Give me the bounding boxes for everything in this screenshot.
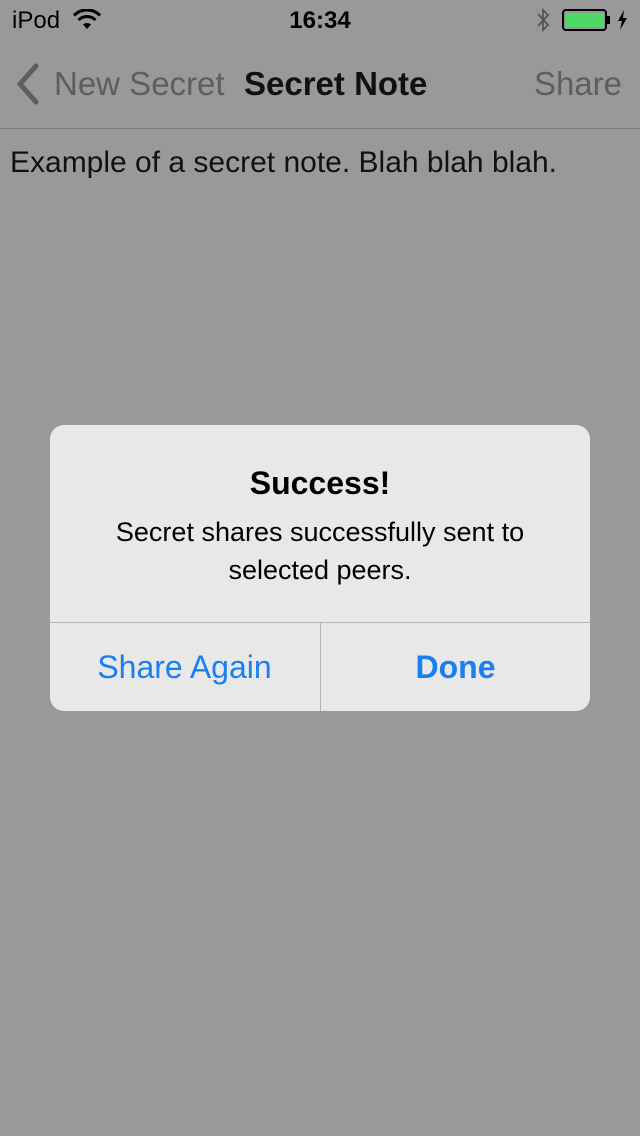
alert-dialog: Success! Secret shares successfully sent… (50, 425, 590, 711)
done-button[interactable]: Done (321, 623, 590, 711)
alert-message: Secret shares successfully sent to selec… (115, 517, 525, 585)
note-text[interactable]: Example of a secret note. Blah blah blah… (10, 146, 630, 180)
share-again-button[interactable]: Share Again (50, 623, 319, 711)
alert-title: Success! (249, 465, 391, 501)
back-button[interactable]: New Secret (14, 62, 225, 106)
screen: iPod 16:34 New Secret Secret Note Share (0, 0, 640, 1136)
battery-icon (562, 9, 610, 31)
back-button-label: New Secret (54, 65, 225, 102)
page-title: Secret Note (244, 65, 428, 102)
chevron-left-icon (17, 63, 39, 105)
nav-bar: New Secret Secret Note Share (0, 40, 640, 129)
bluetooth-icon (537, 7, 550, 33)
status-bar: iPod 16:34 (0, 0, 640, 40)
share-button[interactable]: Share (534, 65, 622, 103)
charging-bolt-icon (618, 10, 627, 30)
